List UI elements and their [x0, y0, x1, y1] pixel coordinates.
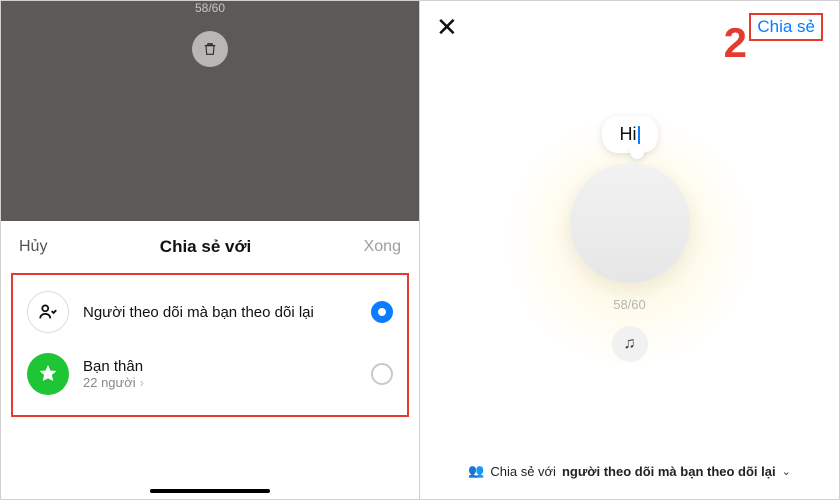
option-subtext: 22 người › [83, 375, 357, 390]
avatar [570, 163, 690, 283]
chevron-down-icon: ⌄ [782, 465, 791, 478]
char-counter: 58/60 [570, 297, 690, 312]
option-label: Bạn thân [83, 358, 357, 375]
delete-button[interactable] [192, 31, 228, 67]
star-icon [27, 353, 69, 395]
sheet-title: Chia sẻ với [160, 237, 251, 257]
people-icon: 👥 [468, 463, 484, 479]
music-icon: ♫ [624, 335, 636, 353]
annotation-step-2: 2 [724, 19, 747, 67]
cancel-button[interactable]: Hủy [19, 238, 47, 256]
followers-icon [27, 291, 69, 333]
share-sheet: Hủy Chia sẻ với Xong Người theo dõi mà b… [1, 221, 419, 499]
chevron-right-icon: › [140, 375, 144, 390]
audience-options-highlight: Người theo dõi mà bạn theo dõi lại Bạn t… [11, 273, 409, 417]
audience-option-followers[interactable]: Người theo dõi mà bạn theo dõi lại [19, 281, 401, 343]
right-screen: ✕ Chia sẻ 2 Hi 58/60 ♫ 👥 Chia sẻ với ngư… [420, 1, 839, 499]
dimmed-background: 58/60 [1, 1, 419, 221]
radio-selected[interactable] [371, 301, 393, 323]
option-label: Người theo dõi mà bạn theo dõi lại [83, 304, 357, 321]
note-bubble[interactable]: Hi [602, 116, 658, 153]
radio-unselected[interactable] [371, 363, 393, 385]
audience-selector[interactable]: 👥 Chia sẻ với người theo dõi mà bạn theo… [420, 463, 839, 479]
home-indicator [150, 489, 270, 493]
trash-icon [202, 41, 218, 57]
char-counter-top: 58/60 [195, 1, 225, 15]
audience-prefix: Chia sẻ với [490, 464, 556, 479]
note-text: Hi [620, 124, 637, 144]
add-music-button[interactable]: ♫ [612, 326, 648, 362]
audience-value: người theo dõi mà bạn theo dõi lại [562, 464, 776, 479]
text-cursor [638, 126, 640, 144]
audience-option-close-friends[interactable]: Bạn thân 22 người › [19, 343, 401, 405]
done-button[interactable]: Xong [364, 238, 401, 256]
close-button[interactable]: ✕ [436, 14, 458, 40]
share-button[interactable]: Chia sẻ [749, 13, 823, 41]
note-composer: Hi 58/60 ♫ [570, 116, 690, 362]
left-screen: 58/60 1 Hủy Chia sẻ với Xong Người theo … [1, 1, 420, 499]
